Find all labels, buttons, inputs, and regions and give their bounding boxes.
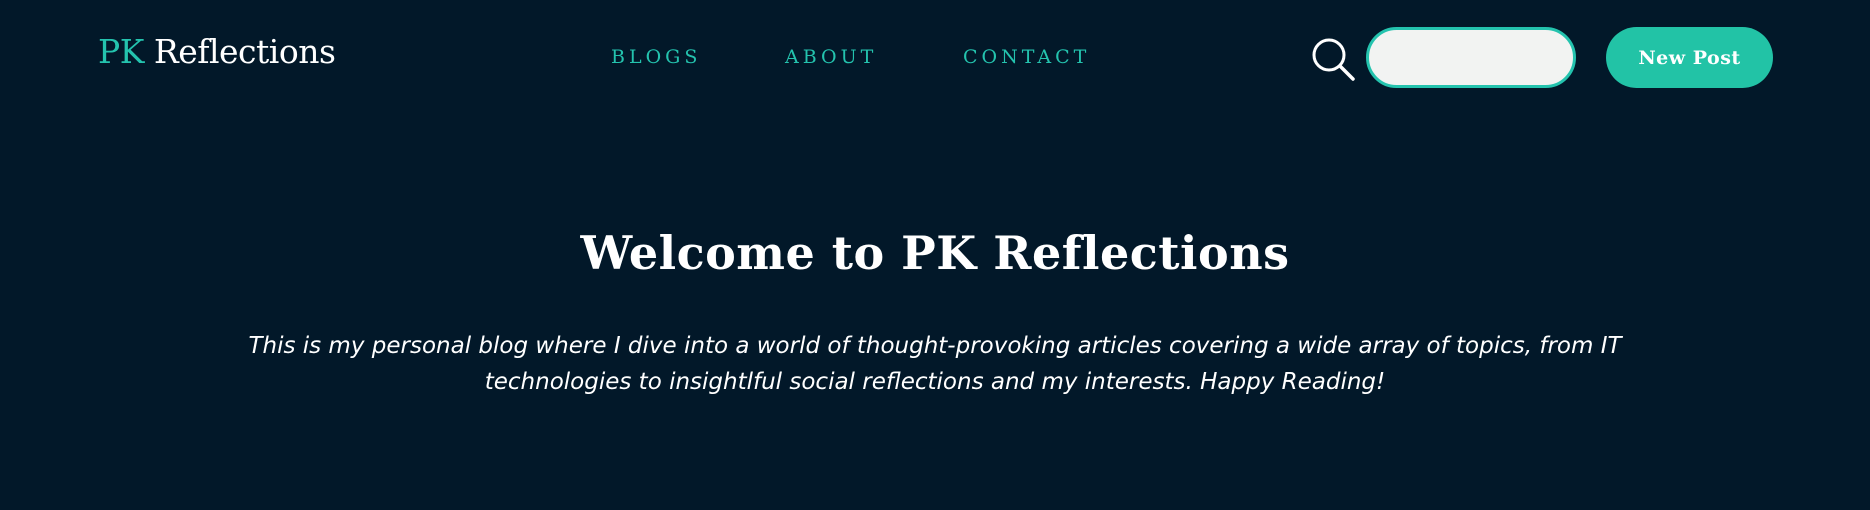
- search-icon[interactable]: [1310, 36, 1356, 82]
- logo-accent: PK: [98, 32, 144, 71]
- hero-description: This is my personal blog where I dive in…: [248, 333, 1622, 395]
- search-input[interactable]: [1366, 27, 1576, 88]
- new-post-button[interactable]: New Post: [1606, 27, 1773, 88]
- logo-text: Reflections: [153, 32, 336, 71]
- nav-link-contact[interactable]: CONTACT: [963, 42, 1090, 72]
- site-logo[interactable]: PK Reflections: [98, 28, 336, 76]
- nav-link-blogs[interactable]: BLOGS: [611, 42, 701, 72]
- hero-title: Welcome to PK Reflections: [580, 226, 1290, 280]
- nav-link-about[interactable]: ABOUT: [785, 42, 877, 72]
